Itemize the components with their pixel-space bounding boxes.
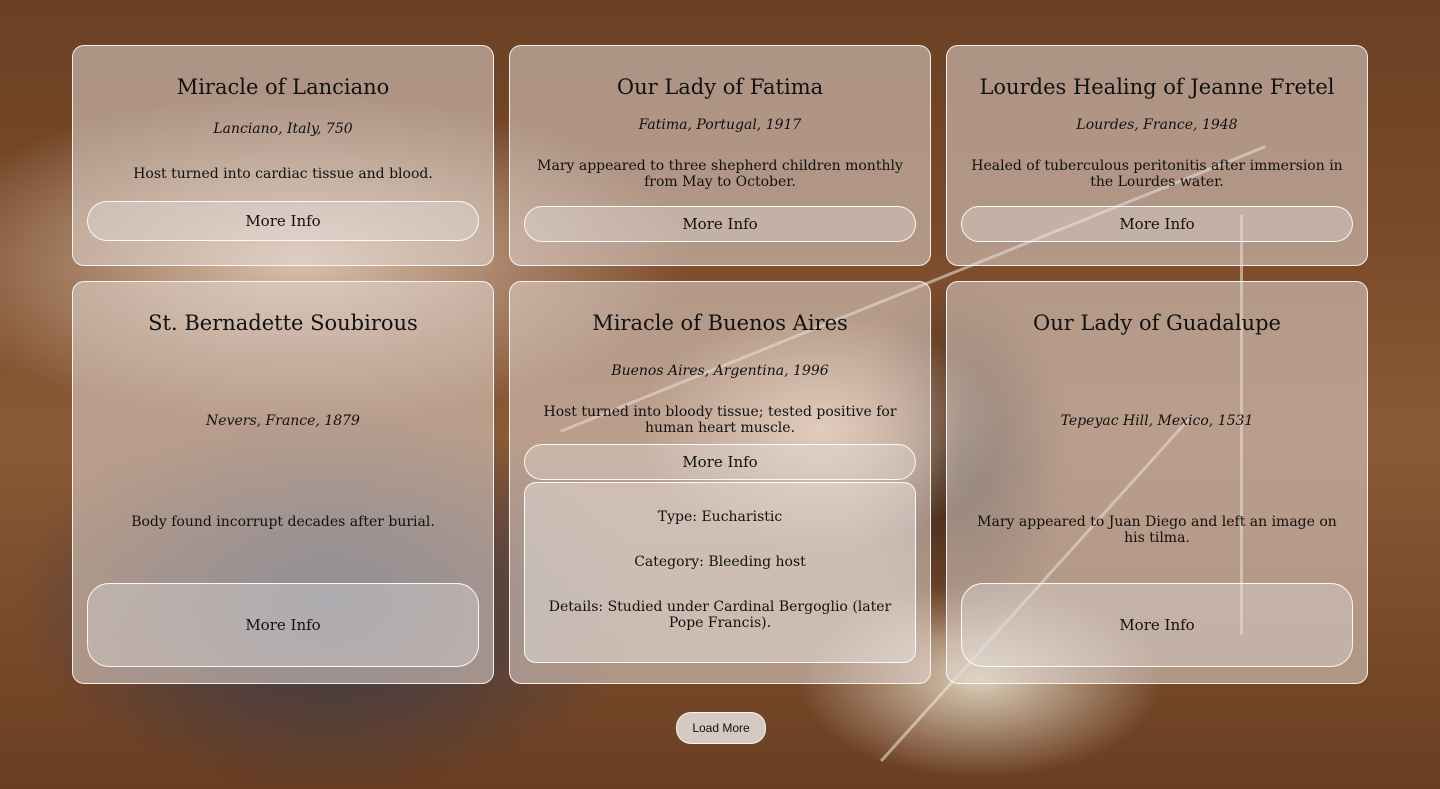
card-location: Lourdes, France, 1948 [1076,117,1238,133]
card-location: Lanciano, Italy, 750 [213,121,353,137]
detail-notes: Details: Studied under Cardinal Bergogli… [548,599,892,631]
detail-type: Type: Eucharistic [657,509,783,525]
card-title: St. Bernadette Soubirous [148,311,418,335]
card-description: Healed of tuberculous peritonitis after … [971,158,1343,190]
card-location: Nevers, France, 1879 [206,413,360,429]
card-description: Mary appeared to three shepherd children… [537,158,903,190]
miracle-card: St. Bernadette Soubirous Nevers, France,… [72,281,494,684]
card-title: Miracle of Lanciano [176,75,390,99]
card-location: Tepeyac Hill, Mexico, 1531 [1060,413,1254,429]
card-title: Our Lady of Fatima [616,75,824,99]
more-info-button[interactable]: More Info [524,206,916,242]
more-info-button[interactable]: More Info [524,444,916,480]
miracle-card: Our Lady of Fatima Fatima, Portugal, 191… [509,45,931,266]
card-description: Body found incorrupt decades after buria… [131,514,435,530]
details-panel: Type: Eucharistic Category: Bleeding hos… [524,482,916,663]
card-title: Miracle of Buenos Aires [592,311,848,335]
more-info-button[interactable]: More Info [961,206,1353,242]
more-info-button[interactable]: More Info [87,201,479,241]
card-location: Fatima, Portugal, 1917 [638,117,802,133]
card-description: Host turned into cardiac tissue and bloo… [133,166,433,182]
miracle-card: Miracle of Lanciano Lanciano, Italy, 750… [72,45,494,266]
card-title: Lourdes Healing of Jeanne Fretel [979,75,1335,99]
detail-category: Category: Bleeding host [634,554,806,570]
card-title: Our Lady of Guadalupe [1033,311,1281,335]
miracle-card-expanded: Miracle of Buenos Aires Buenos Aires, Ar… [509,281,931,684]
card-location: Buenos Aires, Argentina, 1996 [611,363,829,379]
more-info-button[interactable]: More Info [87,583,479,667]
card-description: Mary appeared to Juan Diego and left an … [977,514,1337,546]
miracle-card: Our Lady of Guadalupe Tepeyac Hill, Mexi… [946,281,1368,684]
miracle-card: Lourdes Healing of Jeanne Fretel Lourdes… [946,45,1368,266]
more-info-button[interactable]: More Info [961,583,1353,667]
miracle-card-grid: Miracle of Lanciano Lanciano, Italy, 750… [72,45,1368,684]
card-description: Host turned into bloody tissue; tested p… [543,404,897,436]
load-more-button[interactable]: Load More [676,712,766,744]
